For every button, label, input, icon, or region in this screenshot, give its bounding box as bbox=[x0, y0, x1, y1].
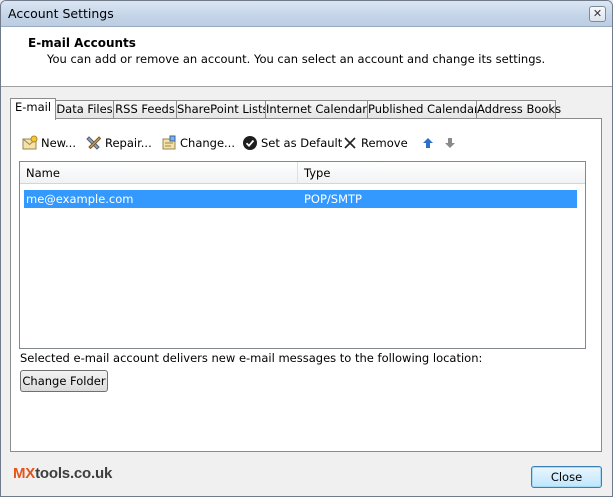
set-as-default-button[interactable]: Set as Default bbox=[241, 133, 342, 153]
logo-prefix: MX bbox=[13, 465, 36, 482]
header-panel: E-mail Accounts You can add or remove an… bbox=[1, 27, 612, 87]
new-button[interactable]: New... bbox=[21, 133, 76, 153]
change-label: Change... bbox=[180, 136, 235, 150]
logo-rest: tools.co.uk bbox=[35, 465, 113, 482]
remove-label: Remove bbox=[361, 136, 408, 150]
remove-x-icon bbox=[341, 134, 359, 152]
account-row[interactable]: me@example.com POP/SMTP bbox=[24, 190, 577, 208]
account-type: POP/SMTP bbox=[304, 192, 362, 206]
move-up-button[interactable] bbox=[419, 133, 439, 153]
change-button[interactable]: Change... bbox=[160, 133, 235, 153]
window-title: Account Settings bbox=[8, 6, 114, 21]
list-header: Name Type bbox=[20, 162, 585, 184]
move-down-button[interactable] bbox=[441, 133, 461, 153]
remove-button[interactable]: Remove bbox=[341, 133, 408, 153]
repair-button[interactable]: Repair... bbox=[85, 133, 152, 153]
repair-tools-icon bbox=[85, 134, 103, 152]
account-toolbar: New... Repair... Change... Set as Defaul… bbox=[21, 133, 581, 153]
set-as-default-label: Set as Default bbox=[261, 136, 343, 150]
close-button[interactable]: Close bbox=[531, 466, 602, 488]
tab-data-files[interactable]: Data Files bbox=[55, 100, 114, 119]
tab-internet-calendars[interactable]: Internet Calendars bbox=[265, 100, 373, 119]
repair-label: Repair... bbox=[105, 136, 152, 150]
column-header-name[interactable]: Name bbox=[20, 162, 298, 184]
account-list[interactable]: Name Type me@example.com POP/SMTP bbox=[19, 161, 586, 349]
new-mail-icon bbox=[21, 134, 39, 152]
page-title: E-mail Accounts bbox=[28, 36, 136, 50]
email-tab-panel: New... Repair... Change... Set as Defaul… bbox=[10, 118, 602, 452]
new-label: New... bbox=[41, 136, 76, 150]
account-settings-dialog: Account Settings ✕ E-mail Accounts You c… bbox=[0, 0, 613, 497]
checkmark-circle-icon bbox=[241, 134, 259, 152]
change-settings-icon bbox=[160, 134, 178, 152]
column-header-type[interactable]: Type bbox=[298, 162, 585, 184]
tab-email[interactable]: E-mail bbox=[10, 98, 56, 120]
arrow-down-icon bbox=[441, 134, 459, 152]
change-folder-button[interactable]: Change Folder bbox=[20, 370, 108, 392]
mxtools-logo: MXtools.co.uk bbox=[13, 465, 112, 482]
tab-sharepoint-lists[interactable]: SharePoint Lists bbox=[176, 100, 269, 119]
account-name: me@example.com bbox=[26, 192, 134, 206]
tab-address-books[interactable]: Address Books bbox=[476, 100, 561, 119]
window-close-icon[interactable]: ✕ bbox=[589, 6, 606, 22]
page-subtitle: You can add or remove an account. You ca… bbox=[47, 52, 546, 66]
arrow-up-icon bbox=[419, 134, 437, 152]
tab-published-calendars[interactable]: Published Calendars bbox=[367, 100, 485, 119]
tab-rss-feeds[interactable]: RSS Feeds bbox=[113, 100, 177, 119]
delivery-location-text: Selected e-mail account delivers new e-m… bbox=[20, 351, 483, 365]
title-bar[interactable]: Account Settings ✕ bbox=[1, 1, 612, 27]
